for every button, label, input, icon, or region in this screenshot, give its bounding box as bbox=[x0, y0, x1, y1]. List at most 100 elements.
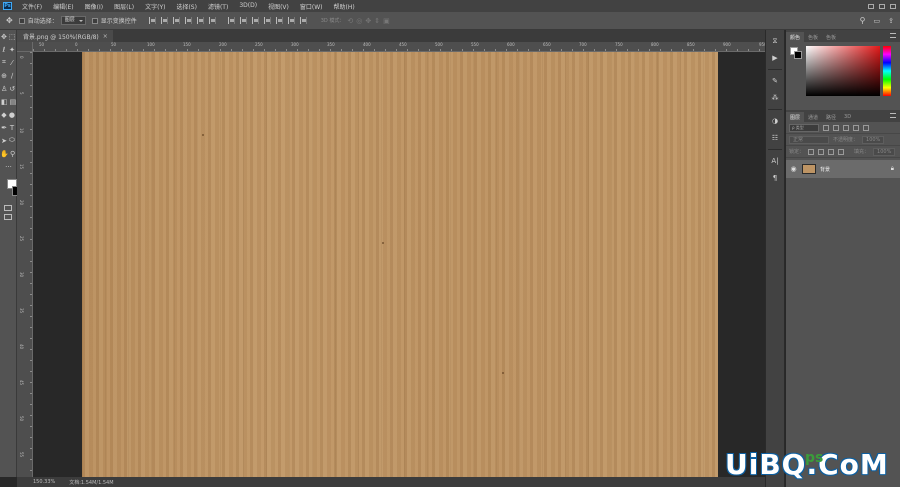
filter-adjust-icon[interactable] bbox=[833, 124, 839, 131]
document-tab[interactable]: 背景.png @ 150%(RGB/8) × bbox=[17, 30, 113, 42]
shape-tool-icon[interactable]: ⬭ bbox=[9, 135, 15, 146]
paragraph-panel-icon[interactable]: ¶ bbox=[769, 172, 781, 184]
dodge-tool-icon[interactable]: ● bbox=[9, 109, 15, 120]
menu-file[interactable]: 文件(F) bbox=[22, 2, 42, 11]
align-bottom-icon[interactable] bbox=[172, 17, 180, 24]
3d-slide-icon[interactable]: ⇕ bbox=[374, 17, 380, 25]
blend-mode-dropdown[interactable]: 正常 bbox=[789, 135, 829, 144]
3d-pan-icon[interactable]: ✥ bbox=[365, 17, 371, 25]
color-panel-background[interactable] bbox=[794, 51, 802, 59]
lock-all-icon[interactable] bbox=[838, 148, 845, 155]
maximize-icon[interactable] bbox=[879, 3, 885, 9]
color-picker-field[interactable] bbox=[806, 46, 880, 96]
auto-select-dropdown[interactable]: 图层 bbox=[60, 16, 86, 25]
tab-channels[interactable]: 通道 bbox=[804, 112, 822, 122]
eyedropper-icon[interactable]: ⁄ bbox=[9, 57, 15, 68]
ruler-origin[interactable] bbox=[17, 42, 33, 52]
menu-image[interactable]: 图像(I) bbox=[85, 2, 103, 11]
layer-row-background[interactable]: ◉ 背景 🔒︎ bbox=[786, 160, 900, 178]
opacity-field[interactable]: 100% bbox=[862, 135, 885, 144]
brushes-panel-icon[interactable]: ⁂ bbox=[769, 92, 781, 104]
3d-orbit-icon[interactable]: ⟲ bbox=[347, 17, 353, 25]
zoom-tool-icon[interactable]: ⚲ bbox=[10, 148, 15, 159]
auto-align-icon[interactable] bbox=[299, 17, 307, 24]
properties-icon[interactable]: ☷ bbox=[769, 132, 781, 144]
quick-mask-icon[interactable] bbox=[4, 205, 12, 211]
lock-position-icon[interactable] bbox=[828, 148, 835, 155]
marquee-tool-icon[interactable]: ⬚ bbox=[9, 31, 16, 42]
magic-wand-icon[interactable]: ✦ bbox=[9, 44, 15, 55]
brush-tool-icon[interactable]: ∕ bbox=[9, 70, 15, 81]
3d-scale-icon[interactable]: ▣ bbox=[383, 17, 390, 25]
distribute-left-icon[interactable] bbox=[263, 17, 271, 24]
tab-swatches-2[interactable]: 色板 bbox=[822, 32, 840, 42]
eraser-tool-icon[interactable]: ◧ bbox=[1, 96, 8, 107]
lasso-tool-icon[interactable]: ℓ bbox=[1, 44, 7, 55]
distribute-top-icon[interactable] bbox=[227, 17, 235, 24]
clone-stamp-icon[interactable]: ♙ bbox=[1, 83, 7, 94]
panel-menu-icon[interactable] bbox=[890, 33, 896, 38]
filter-type-icon[interactable] bbox=[843, 124, 849, 131]
visibility-eye-icon[interactable]: ◉ bbox=[789, 165, 798, 173]
more-tools-icon[interactable]: ··· bbox=[2, 161, 15, 172]
distribute-middle-icon[interactable] bbox=[239, 17, 247, 24]
screen-mode-icon[interactable] bbox=[4, 214, 12, 220]
hue-slider[interactable] bbox=[883, 46, 891, 96]
crop-tool-icon[interactable]: ⌗ bbox=[1, 57, 7, 68]
lock-icon[interactable]: 🔒︎ bbox=[891, 165, 894, 173]
lock-pixels-icon[interactable] bbox=[818, 148, 825, 155]
align-top-icon[interactable] bbox=[148, 17, 156, 24]
menu-3d[interactable]: 3D(D) bbox=[239, 2, 257, 11]
lock-transparency-icon[interactable] bbox=[808, 148, 815, 155]
workspace-icon[interactable]: ▭ bbox=[874, 17, 881, 25]
search-icon[interactable]: ⚲ bbox=[860, 16, 866, 25]
menu-edit[interactable]: 编辑(E) bbox=[53, 2, 73, 11]
menu-view[interactable]: 视图(V) bbox=[268, 2, 289, 11]
distribute-right-icon[interactable] bbox=[287, 17, 295, 24]
auto-select-checkbox[interactable] bbox=[18, 17, 25, 24]
tab-color[interactable]: 颜色 bbox=[786, 32, 805, 42]
menu-select[interactable]: 选择(S) bbox=[176, 2, 197, 11]
close-icon[interactable] bbox=[890, 3, 896, 9]
tab-close-icon[interactable]: × bbox=[103, 33, 108, 40]
fill-field[interactable]: 100% bbox=[873, 147, 896, 156]
share-icon[interactable]: ⇪ bbox=[888, 17, 894, 25]
distribute-bottom-icon[interactable] bbox=[251, 17, 259, 24]
gradient-tool-icon[interactable]: ▤ bbox=[10, 96, 17, 107]
align-center-icon[interactable] bbox=[196, 17, 204, 24]
zoom-level[interactable]: 150.33% bbox=[33, 479, 55, 485]
adjustments-icon[interactable]: ◑ bbox=[769, 115, 781, 127]
tab-swatches[interactable]: 色板 bbox=[804, 32, 822, 42]
minimize-icon[interactable] bbox=[868, 3, 874, 9]
3d-roll-icon[interactable]: ◎ bbox=[356, 17, 362, 25]
transform-controls-checkbox[interactable] bbox=[91, 17, 98, 24]
menu-window[interactable]: 窗口(W) bbox=[300, 2, 323, 11]
tab-paths[interactable]: 路径 bbox=[822, 112, 840, 122]
history-brush-icon[interactable]: ↺ bbox=[9, 83, 15, 94]
healing-brush-icon[interactable]: ⊕ bbox=[1, 70, 7, 81]
horizontal-ruler[interactable]: 50 0 50 100 150 200 250 300 350 400 450 500 550 600 65… bbox=[33, 42, 765, 52]
align-middle-icon[interactable] bbox=[160, 17, 168, 24]
path-select-icon[interactable]: ➤ bbox=[1, 135, 7, 146]
brush-settings-icon[interactable]: ✎ bbox=[769, 75, 781, 87]
align-left-icon[interactable] bbox=[184, 17, 192, 24]
align-right-icon[interactable] bbox=[208, 17, 216, 24]
character-panel-icon[interactable]: A| bbox=[769, 155, 781, 167]
pen-tool-icon[interactable]: ✒ bbox=[1, 122, 7, 133]
distribute-center-icon[interactable] bbox=[275, 17, 283, 24]
cardboard-texture-image[interactable] bbox=[82, 52, 718, 477]
panel-menu-icon[interactable] bbox=[890, 113, 896, 118]
hand-tool-icon[interactable]: ✋ bbox=[0, 148, 9, 159]
tab-3d[interactable]: 3D bbox=[840, 112, 855, 122]
tab-layers[interactable]: 图层 bbox=[786, 112, 805, 122]
vertical-ruler[interactable]: 0 5 10 15 20 25 30 35 40 45 50 55 bbox=[17, 52, 33, 477]
canvas-workspace[interactable] bbox=[33, 52, 765, 477]
type-tool-icon[interactable]: T bbox=[9, 122, 15, 133]
layer-kind-filter[interactable]: ρ 类型 bbox=[789, 123, 819, 132]
move-tool-preset[interactable]: ✥ bbox=[6, 16, 13, 25]
blur-tool-icon[interactable]: ◆ bbox=[1, 109, 7, 120]
menu-filter[interactable]: 滤镜(T) bbox=[208, 2, 228, 11]
menu-type[interactable]: 文字(Y) bbox=[145, 2, 165, 11]
filter-pixel-icon[interactable] bbox=[823, 124, 829, 131]
menu-layer[interactable]: 图层(L) bbox=[114, 2, 134, 11]
